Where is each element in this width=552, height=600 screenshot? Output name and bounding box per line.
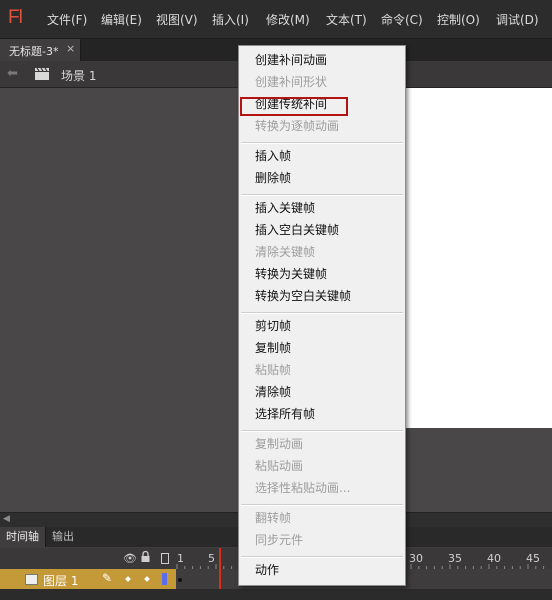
context-menu-item[interactable]: 转换为逐帧动画 (255, 119, 339, 133)
tab-timeline[interactable]: 时间轴 (0, 527, 46, 547)
app-logo: Fl (8, 7, 23, 28)
tab-output[interactable]: 输出 (46, 527, 80, 547)
layer-row[interactable]: 图层 1 ✎ (0, 569, 176, 589)
context-menu-item[interactable]: 复制动画 (255, 437, 303, 451)
context-menu-item[interactable]: 选择所有帧 (255, 407, 315, 421)
scene-label[interactable]: 场景 1 (61, 67, 96, 84)
context-menu-item[interactable]: 插入帧 (255, 149, 291, 163)
scroll-left-icon[interactable]: ◀ (3, 514, 10, 524)
visibility-dot[interactable] (125, 576, 131, 582)
menu-commands[interactable]: 命令(C) (381, 11, 423, 28)
lock-dot[interactable] (144, 576, 150, 582)
context-menu-item[interactable]: 同步元件 (255, 533, 303, 547)
context-menu-item[interactable]: 插入空白关键帧 (255, 223, 339, 237)
context-menu: 创建补间动画 创建补间形状 创建传统补间 转换为逐帧动画 插入帧 删除帧 插入关键帧 插入空白… (238, 45, 406, 586)
layer-icon (25, 574, 38, 585)
menu-insert[interactable]: 插入(I) (212, 11, 249, 28)
menu-file[interactable]: 文件(F) (47, 11, 87, 28)
context-menu-item[interactable]: 转换为关键帧 (255, 267, 327, 281)
pencil-icon: ✎ (102, 571, 113, 585)
context-menu-item[interactable]: 插入关键帧 (255, 201, 315, 215)
context-menu-item[interactable]: 复制帧 (255, 341, 291, 355)
scene-clapper-icon (35, 67, 49, 80)
menu-separator (241, 504, 403, 506)
stage-canvas[interactable] (404, 88, 552, 428)
context-menu-item[interactable]: 选择性粘贴动画... (255, 481, 350, 495)
menu-control[interactable]: 控制(O) (437, 11, 480, 28)
menu-modify[interactable]: 修改(M) (266, 11, 310, 28)
context-menu-item[interactable]: 转换为空白关键帧 (255, 289, 351, 303)
layer-outline-color[interactable] (162, 573, 167, 585)
close-icon[interactable]: × (66, 42, 75, 55)
layer-name[interactable]: 图层 1 (43, 572, 78, 589)
menu-view[interactable]: 视图(V) (156, 11, 198, 28)
document-tab-title: 无标题-3* (9, 45, 59, 58)
context-menu-item[interactable]: 删除帧 (255, 171, 291, 185)
keyframe-dot[interactable] (178, 578, 182, 582)
menu-separator (241, 430, 403, 432)
context-menu-item[interactable]: 剪切帧 (255, 319, 291, 333)
highlight-annotation-box (240, 97, 348, 116)
timeline-footer (0, 589, 552, 600)
back-arrow-icon[interactable]: ⬅ (7, 66, 18, 81)
menu-text[interactable]: 文本(T) (326, 11, 367, 28)
context-menu-item[interactable]: 翻转帧 (255, 511, 291, 525)
outline-icon[interactable] (161, 553, 169, 564)
eye-icon[interactable]: 👁 (123, 552, 137, 565)
menu-debug[interactable]: 调试(D) (496, 11, 539, 28)
context-menu-item[interactable]: 创建补间形状 (255, 75, 327, 89)
menu-separator (241, 142, 403, 144)
context-menu-item[interactable]: 创建补间动画 (255, 53, 327, 67)
context-menu-item[interactable]: 粘贴帧 (255, 363, 291, 377)
menu-separator (241, 312, 403, 314)
context-menu-item[interactable]: 清除关键帧 (255, 245, 315, 259)
menu-separator (241, 194, 403, 196)
lock-icon[interactable] (141, 551, 150, 562)
menu-bar: Fl 文件(F) 编辑(E) 视图(V) 插入(I) 修改(M) 文本(T) 命… (0, 0, 552, 39)
context-menu-item[interactable]: 动作 (255, 563, 279, 577)
menu-edit[interactable]: 编辑(E) (101, 11, 142, 28)
context-menu-item[interactable]: 粘贴动画 (255, 459, 303, 473)
context-menu-item[interactable]: 清除帧 (255, 385, 291, 399)
document-tab[interactable]: 无标题-3* × (0, 39, 81, 61)
menu-separator (241, 556, 403, 558)
